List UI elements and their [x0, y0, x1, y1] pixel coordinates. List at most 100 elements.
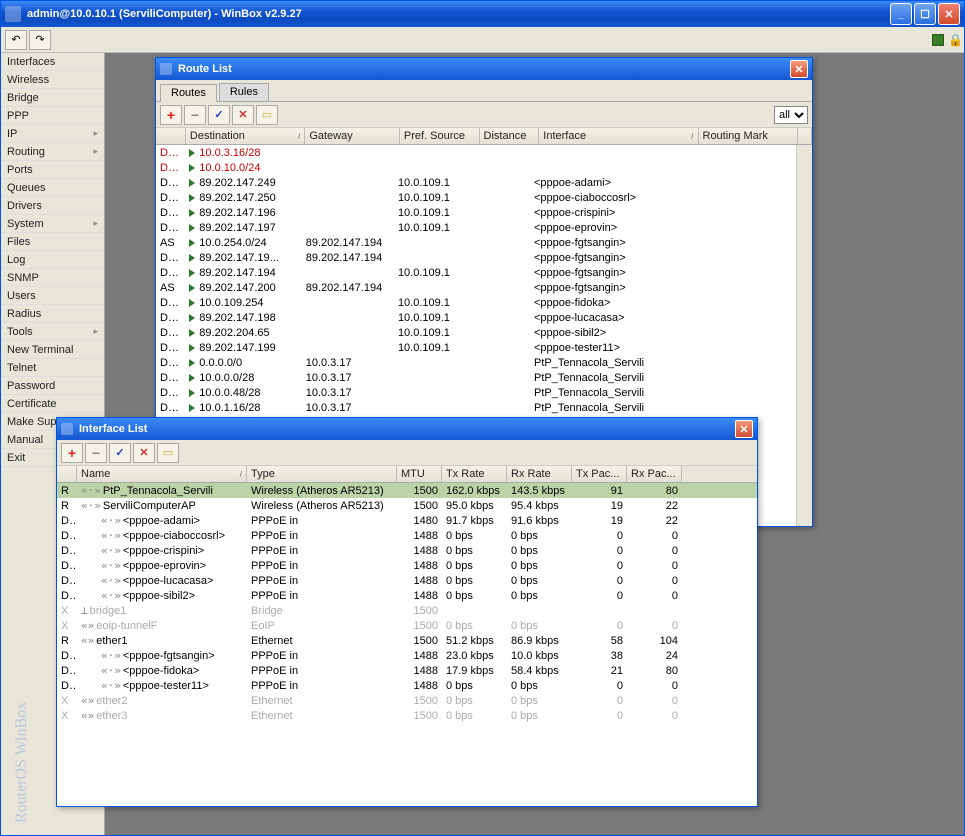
interface-row[interactable]: DR«·»<pppoe-crispini>PPPoE in14880 bps0 …	[57, 543, 757, 558]
route-header-flags[interactable]	[798, 128, 812, 144]
sidebar-item-routing[interactable]: Routing▸	[1, 143, 104, 161]
interface-row[interactable]: DR«·»<pppoe-fidoka>PPPoE in148817.9 kbps…	[57, 663, 757, 678]
iface-header-tx-pac-[interactable]: Tx Pac...	[572, 466, 627, 482]
sidebar-item-tools[interactable]: Tools▸	[1, 323, 104, 341]
route-row[interactable]: DAC89.202.147.19...89.202.147.194<pppoe-…	[156, 250, 796, 265]
comment-button[interactable]: ▭	[256, 105, 278, 125]
sidebar-item-password[interactable]: Password	[1, 377, 104, 395]
route-row[interactable]: AS89.202.147.20089.202.147.194<pppoe-fgt…	[156, 280, 796, 295]
minimize-button[interactable]: _	[890, 3, 912, 25]
sidebar-item-radius[interactable]: Radius	[1, 305, 104, 323]
route-row[interactable]: DI O10.0.3.16/28	[156, 145, 796, 160]
interface-row[interactable]: X«»ether3Ethernet15000 bps0 bps00	[57, 708, 757, 723]
route-row[interactable]: DAO0.0.0.0/010.0.3.17PtP_Tennacola_Servi…	[156, 355, 796, 370]
route-header-interface[interactable]: Interface/	[539, 128, 698, 144]
interface-row[interactable]: DR«·»<pppoe-adami>PPPoE in148091.7 kbps9…	[57, 513, 757, 528]
route-row[interactable]: DAC89.202.204.6510.0.109.1<pppoe-sibil2>	[156, 325, 796, 340]
route-row[interactable]: DAO10.0.0.48/2810.0.3.17PtP_Tennacola_Se…	[156, 385, 796, 400]
interface-row[interactable]: DR«·»<pppoe-ciaboccosrl>PPPoE in14880 bp…	[57, 528, 757, 543]
iface-header-flags[interactable]	[57, 466, 77, 482]
sidebar-item-ip[interactable]: IP▸	[1, 125, 104, 143]
route-row[interactable]: DAO10.0.0.0/2810.0.3.17PtP_Tennacola_Ser…	[156, 370, 796, 385]
route-header-gateway[interactable]: Gateway	[305, 128, 400, 144]
route-row[interactable]: DAC89.202.147.19810.0.109.1<pppoe-lucaca…	[156, 310, 796, 325]
sidebar-item-files[interactable]: Files	[1, 233, 104, 251]
interface-list-titlebar[interactable]: Interface List ✕	[57, 418, 757, 440]
sidebar-item-bridge[interactable]: Bridge	[1, 89, 104, 107]
interface-row[interactable]: R«·»PtP_Tennacola_ServiliWireless (Ather…	[57, 483, 757, 498]
route-row[interactable]: DAC89.202.147.19910.0.109.1<pppoe-tester…	[156, 340, 796, 355]
sidebar-item-system[interactable]: System▸	[1, 215, 104, 233]
filter-select[interactable]: all	[774, 106, 808, 124]
interface-row[interactable]: R«·»ServiliComputerAPWireless (Atheros A…	[57, 498, 757, 513]
sidebar-item-queues[interactable]: Queues	[1, 179, 104, 197]
comment-button[interactable]: ▭	[157, 443, 179, 463]
sidebar-item-certificate[interactable]: Certificate	[1, 395, 104, 413]
route-row[interactable]: DAC89.202.147.25010.0.109.1<pppoe-ciaboc…	[156, 190, 796, 205]
tab-routes[interactable]: Routes	[160, 84, 217, 102]
sidebar-item-snmp[interactable]: SNMP	[1, 269, 104, 287]
remove-button[interactable]: −	[184, 105, 206, 125]
close-button[interactable]: ✕	[938, 3, 960, 25]
route-row[interactable]: DAC89.202.147.24910.0.109.1<pppoe-adami>	[156, 175, 796, 190]
interface-row[interactable]: DR«·»<pppoe-eprovin>PPPoE in14880 bps0 b…	[57, 558, 757, 573]
route-header-destination[interactable]: Destination/	[186, 128, 305, 144]
add-button[interactable]: +	[160, 105, 182, 125]
iface-header-tx-rate[interactable]: Tx Rate	[442, 466, 507, 482]
sidebar-item-new-terminal[interactable]: New Terminal	[1, 341, 104, 359]
interface-row[interactable]: DR«·»<pppoe-tester11>PPPoE in14880 bps0 …	[57, 678, 757, 693]
route-active-icon	[189, 224, 195, 232]
tab-rules[interactable]: Rules	[219, 83, 269, 101]
interface-row[interactable]: X«»eoip-tunnelFEoIP15000 bps0 bps00	[57, 618, 757, 633]
interface-row[interactable]: DR«·»<pppoe-sibil2>PPPoE in14880 bps0 bp…	[57, 588, 757, 603]
interface-row[interactable]: X⊥bridge1Bridge1500	[57, 603, 757, 618]
iface-header-type[interactable]: Type	[247, 466, 397, 482]
route-scrollbar[interactable]	[796, 145, 812, 526]
undo-button[interactable]: ↶	[5, 30, 27, 50]
sidebar-item-users[interactable]: Users	[1, 287, 104, 305]
route-header-distance[interactable]: Distance	[480, 128, 540, 144]
sidebar-item-log[interactable]: Log	[1, 251, 104, 269]
route-list-titlebar[interactable]: Route List ✕	[156, 58, 812, 80]
interface-row[interactable]: R«»ether1Ethernet150051.2 kbps86.9 kbps5…	[57, 633, 757, 648]
route-row[interactable]: DAC10.0.109.25410.0.109.1<pppoe-fidoka>	[156, 295, 796, 310]
chevron-right-icon: ▸	[93, 128, 98, 139]
route-row[interactable]: DI O10.0.10.0/24	[156, 160, 796, 175]
interface-row[interactable]: DR«·»<pppoe-fgtsangin>PPPoE in148823.0 k…	[57, 648, 757, 663]
interface-list-window[interactable]: Interface List ✕ + − ✓ ✕ ▭ Name/TypeMTUT…	[56, 417, 758, 807]
iface-header-mtu[interactable]: MTU	[397, 466, 442, 482]
sidebar-item-drivers[interactable]: Drivers	[1, 197, 104, 215]
sidebar-item-interfaces[interactable]: Interfaces	[1, 53, 104, 71]
route-header-routing-mark[interactable]: Routing Mark	[699, 128, 799, 144]
route-header-pref-source[interactable]: Pref. Source	[400, 128, 480, 144]
route-row[interactable]: AS10.0.254.0/2489.202.147.194<pppoe-fgts…	[156, 235, 796, 250]
disable-button[interactable]: ✕	[133, 443, 155, 463]
disable-button[interactable]: ✕	[232, 105, 254, 125]
route-row[interactable]: DAC89.202.147.19410.0.109.1<pppoe-fgtsan…	[156, 265, 796, 280]
add-button[interactable]: +	[61, 443, 83, 463]
interface-row[interactable]: X«»ether2Ethernet15000 bps0 bps00	[57, 693, 757, 708]
sidebar-item-telnet[interactable]: Telnet	[1, 359, 104, 377]
redo-button[interactable]: ↷	[29, 30, 51, 50]
sidebar-item-wireless[interactable]: Wireless	[1, 71, 104, 89]
interface-grid-body[interactable]: R«·»PtP_Tennacola_ServiliWireless (Ather…	[57, 483, 757, 806]
main-titlebar[interactable]: admin@10.0.10.1 (ServiliComputer) - WinB…	[1, 1, 964, 27]
sidebar-item-ppp[interactable]: PPP	[1, 107, 104, 125]
interface-type-icon: «·»	[101, 664, 121, 677]
iface-header-rx-pac-[interactable]: Rx Pac...	[627, 466, 682, 482]
branding-sidebar: RouterOS WinBox	[0, 655, 19, 835]
interface-list-close-button[interactable]: ✕	[735, 420, 753, 438]
route-header-flags[interactable]	[156, 128, 186, 144]
interface-row[interactable]: DR«·»<pppoe-lucacasa>PPPoE in14880 bps0 …	[57, 573, 757, 588]
maximize-button[interactable]: ☐	[914, 3, 936, 25]
iface-header-name[interactable]: Name/	[77, 466, 247, 482]
route-list-close-button[interactable]: ✕	[790, 60, 808, 78]
enable-button[interactable]: ✓	[208, 105, 230, 125]
iface-header-rx-rate[interactable]: Rx Rate	[507, 466, 572, 482]
route-row[interactable]: DAC89.202.147.19610.0.109.1<pppoe-crispi…	[156, 205, 796, 220]
enable-button[interactable]: ✓	[109, 443, 131, 463]
sidebar-item-ports[interactable]: Ports	[1, 161, 104, 179]
route-row[interactable]: DAO10.0.1.16/2810.0.3.17PtP_Tennacola_Se…	[156, 400, 796, 415]
remove-button[interactable]: −	[85, 443, 107, 463]
route-row[interactable]: DAC89.202.147.19710.0.109.1<pppoe-eprovi…	[156, 220, 796, 235]
